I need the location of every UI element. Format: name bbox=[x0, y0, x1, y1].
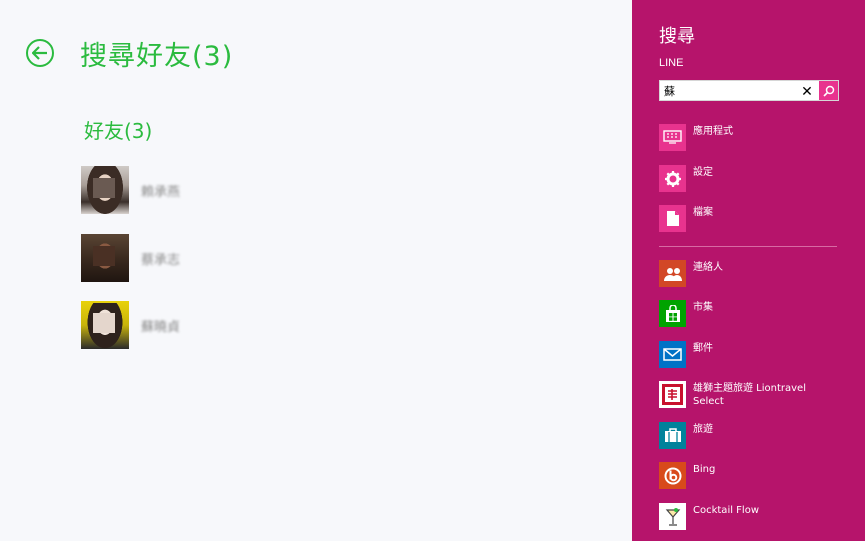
app-label: 市集 bbox=[693, 302, 713, 313]
page-title: 搜尋好友(3) bbox=[80, 41, 234, 72]
search-charm: 搜尋 LINE ✕ 應用程式 設定 bbox=[632, 0, 865, 541]
app-label: 旅遊 bbox=[693, 424, 713, 435]
clear-button[interactable]: ✕ bbox=[798, 82, 816, 100]
search-scope[interactable]: LINE bbox=[659, 57, 683, 69]
store-icon bbox=[659, 300, 686, 327]
app-label: Cocktail Flow bbox=[693, 505, 760, 516]
avatar bbox=[81, 301, 129, 349]
charm-title: 搜尋 bbox=[659, 26, 695, 47]
search-box: ✕ bbox=[659, 80, 839, 101]
app-label: 郵件 bbox=[693, 343, 713, 354]
friend-name: 賴承燕 bbox=[141, 184, 181, 200]
gear-icon bbox=[659, 165, 686, 192]
category-label: 設定 bbox=[693, 167, 713, 178]
liontravel-icon bbox=[659, 381, 686, 408]
category-settings[interactable]: 設定 bbox=[659, 165, 859, 192]
friend-item[interactable]: 蘇曉貞 bbox=[81, 301, 180, 349]
app-label: Bing bbox=[693, 464, 716, 475]
avatar bbox=[81, 166, 129, 214]
app-contacts[interactable]: 連絡人 bbox=[659, 260, 859, 287]
friend-name: 蔡承志 bbox=[141, 252, 181, 268]
app-label: 連絡人 bbox=[693, 262, 723, 273]
app-mail[interactable]: 郵件 bbox=[659, 341, 859, 368]
back-button[interactable] bbox=[26, 39, 54, 67]
app-travel[interactable]: 旅遊 bbox=[659, 422, 859, 449]
section-title: 好友(3) bbox=[84, 119, 153, 143]
friend-name: 蘇曉貞 bbox=[141, 319, 181, 335]
document-icon bbox=[659, 205, 686, 232]
people-icon bbox=[659, 260, 686, 287]
category-label: 檔案 bbox=[693, 207, 713, 218]
avatar bbox=[81, 234, 129, 282]
search-button[interactable] bbox=[819, 81, 838, 100]
main-panel: 搜尋好友(3) 好友(3) 賴承燕 蔡承志 蘇曉貞 bbox=[0, 0, 632, 541]
category-apps[interactable]: 應用程式 bbox=[659, 124, 859, 151]
divider bbox=[659, 246, 837, 247]
bing-icon bbox=[659, 462, 686, 489]
app-store[interactable]: 市集 bbox=[659, 300, 859, 327]
mail-icon bbox=[659, 341, 686, 368]
friend-item[interactable]: 賴承燕 bbox=[81, 166, 180, 214]
search-icon bbox=[822, 85, 834, 97]
suitcase-icon bbox=[659, 422, 686, 449]
app-liontravel[interactable]: 雄獅主題旅遊 Liontravel Select bbox=[659, 381, 859, 408]
keyboard-icon bbox=[659, 124, 686, 151]
app-label: 雄獅主題旅遊 Liontravel Select bbox=[693, 383, 806, 407]
cocktail-icon bbox=[659, 503, 686, 530]
arrow-left-icon bbox=[32, 46, 47, 60]
search-input[interactable] bbox=[660, 81, 804, 100]
app-bing[interactable]: Bing bbox=[659, 462, 859, 489]
category-files[interactable]: 檔案 bbox=[659, 205, 859, 232]
app-cocktail-flow[interactable]: Cocktail Flow bbox=[659, 503, 859, 530]
category-label: 應用程式 bbox=[693, 126, 733, 137]
friend-item[interactable]: 蔡承志 bbox=[81, 234, 180, 282]
